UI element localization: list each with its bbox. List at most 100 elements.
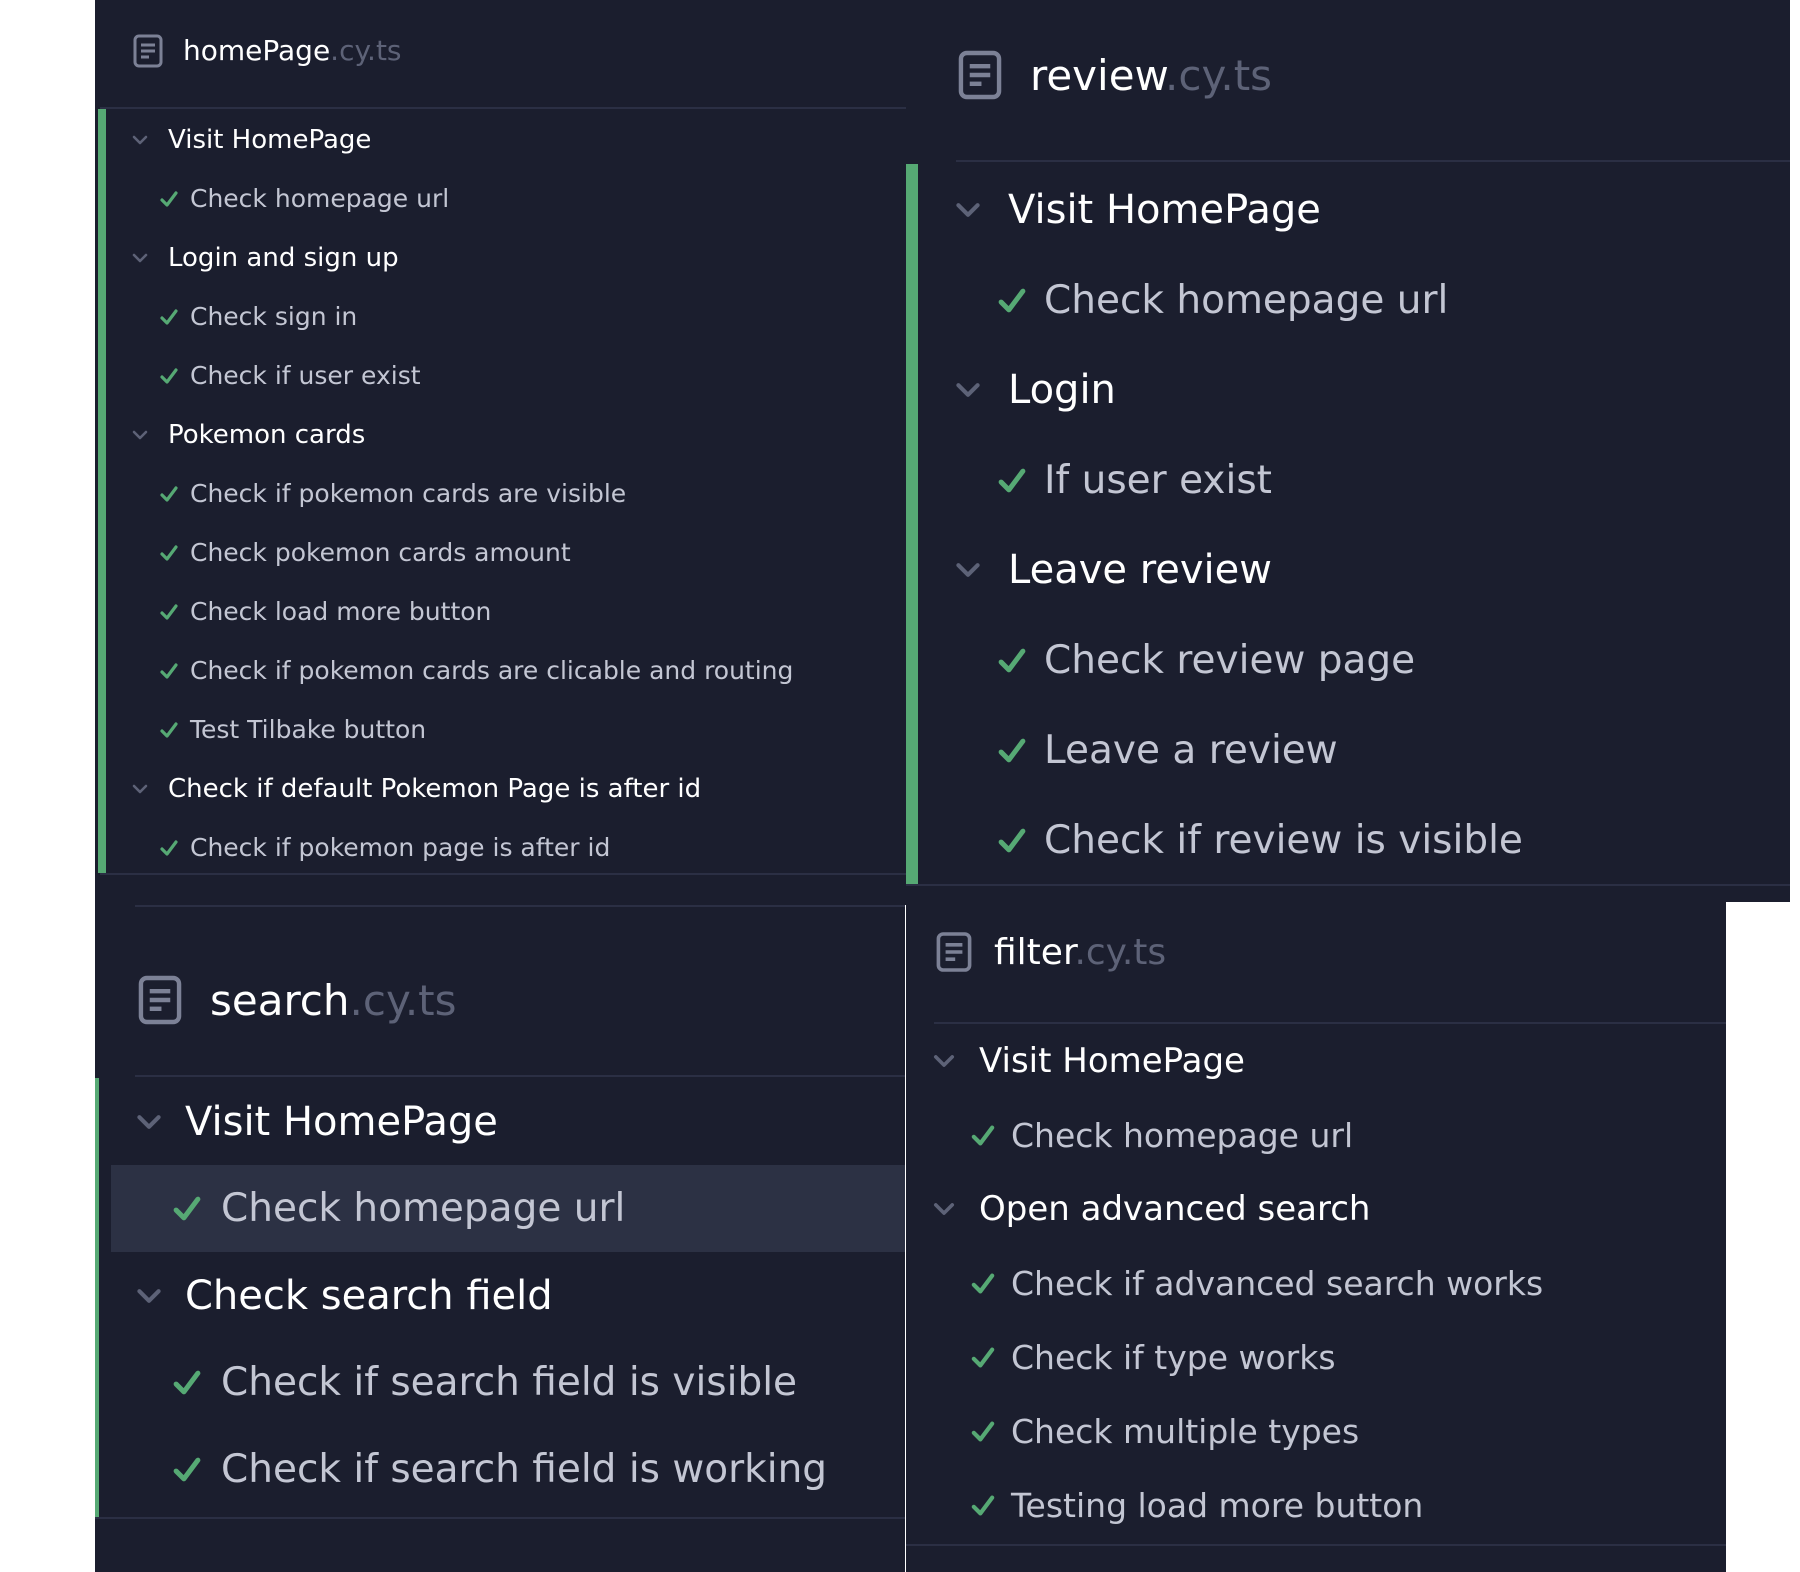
test-row[interactable]: Check if advanced search works xyxy=(906,1246,1726,1320)
spec-file-basename: search xyxy=(210,975,350,1025)
test-row[interactable]: Check if pokemon cards are clicable and … xyxy=(95,641,910,700)
test-label: Check if advanced search works xyxy=(1011,1263,1544,1303)
chevron-down-icon xyxy=(130,253,150,263)
test-label: Check multiple types xyxy=(1011,1411,1360,1451)
chevron-down-icon xyxy=(933,1054,955,1068)
test-row[interactable]: Check if user exist xyxy=(95,346,910,405)
test-label: Check if type works xyxy=(1011,1337,1336,1377)
test-row[interactable]: Test Tilbake button xyxy=(95,700,910,759)
spec-header[interactable]: filter.cy.ts xyxy=(906,922,1726,982)
suite-label: Leave review xyxy=(1008,547,1272,593)
chevron-down-icon xyxy=(130,784,150,794)
spec-panel-review: review.cy.ts Visit HomePage Check homepa… xyxy=(906,0,1790,902)
test-label: Check if search field is visible xyxy=(221,1360,798,1405)
checkmark-icon xyxy=(160,190,178,207)
test-label: Check load more button xyxy=(190,597,492,626)
test-row[interactable]: Check if pokemon cards are visible xyxy=(95,464,910,523)
spec-header[interactable]: review.cy.ts xyxy=(906,35,1790,115)
test-row[interactable]: Check sign in xyxy=(95,287,910,346)
spec-file-extension: .cy.ts xyxy=(1074,931,1167,973)
suite-label: Login and sign up xyxy=(168,242,399,273)
chevron-down-icon xyxy=(933,1202,955,1216)
checkmark-icon xyxy=(160,662,178,679)
suite-row[interactable]: Visit HomePage xyxy=(906,165,1790,255)
test-label: Check sign in xyxy=(190,302,358,331)
spec-panel-search: search.cy.ts Visit HomePage Check homepa… xyxy=(95,905,905,1572)
test-label: Check if search field is working xyxy=(221,1447,828,1492)
checkmark-icon xyxy=(998,738,1026,763)
file-document-icon xyxy=(958,49,1002,101)
spec-panel-filter: filter.cy.ts Visit HomePage Check homepa… xyxy=(906,902,1726,1572)
spec-file-extension: .cy.ts xyxy=(1165,50,1273,100)
test-row[interactable]: Check homepage url xyxy=(906,1098,1726,1172)
checkmark-icon xyxy=(998,648,1026,673)
suite-row[interactable]: Check if default Pokemon Page is after i… xyxy=(95,759,910,818)
test-row[interactable]: Check if review is visible xyxy=(906,795,1790,885)
checkmark-icon xyxy=(173,1370,201,1395)
spec-header[interactable]: homePage.cy.ts xyxy=(95,18,910,83)
test-row[interactable]: Check if search field is visible xyxy=(95,1339,905,1426)
header-divider xyxy=(135,1075,905,1077)
file-document-icon xyxy=(133,34,163,68)
suite-row[interactable]: Login xyxy=(906,345,1790,435)
test-row[interactable]: Check pokemon cards amount xyxy=(95,523,910,582)
suite-row[interactable]: Visit HomePage xyxy=(95,1078,905,1165)
checkmark-icon xyxy=(971,1273,995,1294)
suite-row[interactable]: Pokemon cards xyxy=(95,405,910,464)
test-row[interactable]: Check homepage url xyxy=(95,169,910,228)
spec-file-extension: .cy.ts xyxy=(330,34,402,67)
footer-divider xyxy=(906,1544,1726,1546)
test-label: Testing load more button xyxy=(1011,1485,1424,1525)
suite-row[interactable]: Check search field xyxy=(95,1252,905,1339)
test-row[interactable]: Check homepage url xyxy=(906,255,1790,345)
suite-label: Visit HomePage xyxy=(185,1098,498,1145)
suite-label: Visit HomePage xyxy=(168,124,372,155)
suite-row[interactable]: Leave review xyxy=(906,525,1790,615)
suite-label: Visit HomePage xyxy=(979,1041,1245,1081)
test-row[interactable]: Leave a review xyxy=(906,705,1790,795)
spec-file-name: search.cy.ts xyxy=(210,976,457,1025)
spec-file-basename: review xyxy=(1030,50,1166,100)
test-label: Check if pokemon cards are clicable and … xyxy=(190,656,794,685)
header-divider xyxy=(956,160,1790,162)
footer-divider xyxy=(906,884,1790,886)
test-row[interactable]: Testing load more button xyxy=(906,1468,1726,1542)
spec-file-basename: filter xyxy=(994,931,1075,973)
suite-row[interactable]: Open advanced search xyxy=(906,1172,1726,1246)
test-row[interactable]: Check if pokemon page is after id xyxy=(95,818,910,877)
chevron-down-icon xyxy=(954,562,982,578)
spec-file-basename: homePage xyxy=(183,34,331,67)
test-label: Test Tilbake button xyxy=(190,715,427,744)
chevron-down-icon xyxy=(130,135,150,145)
test-label: Check if pokemon cards are visible xyxy=(190,479,627,508)
suite-row[interactable]: Login and sign up xyxy=(95,228,910,287)
test-row[interactable]: Check review page xyxy=(906,615,1790,705)
test-row[interactable]: Check load more button xyxy=(95,582,910,641)
chevron-down-icon xyxy=(954,382,982,398)
test-row[interactable]: Check multiple types xyxy=(906,1394,1726,1468)
checkmark-icon xyxy=(160,485,178,502)
header-divider xyxy=(100,107,910,109)
suite-label: Check search field xyxy=(185,1272,553,1319)
spec-file-name: review.cy.ts xyxy=(1030,51,1272,100)
suite-row[interactable]: Visit HomePage xyxy=(95,110,910,169)
spec-file-name: homePage.cy.ts xyxy=(183,34,402,67)
test-row[interactable]: Check if type works xyxy=(906,1320,1726,1394)
chevron-down-icon xyxy=(135,1114,163,1130)
test-label: Check pokemon cards amount xyxy=(190,538,571,567)
test-row[interactable]: If user exist xyxy=(906,435,1790,525)
test-row-selected[interactable]: Check homepage url xyxy=(111,1165,905,1252)
suite-row[interactable]: Visit HomePage xyxy=(906,1024,1726,1098)
test-label: Check homepage url xyxy=(221,1186,626,1231)
test-label: Check homepage url xyxy=(190,184,450,213)
checkmark-icon xyxy=(160,544,178,561)
checkmark-icon xyxy=(160,367,178,384)
checkmark-icon xyxy=(998,828,1026,853)
test-label: Check homepage url xyxy=(1044,277,1449,323)
test-label: Check review page xyxy=(1044,637,1416,683)
spec-header[interactable]: search.cy.ts xyxy=(95,955,905,1045)
test-row[interactable]: Check if search field is working xyxy=(95,1426,905,1513)
test-label: Leave a review xyxy=(1044,727,1338,773)
spec-panel-homepage: homePage.cy.ts Visit HomePage Check home… xyxy=(95,0,910,905)
test-label: Check if pokemon page is after id xyxy=(190,833,611,862)
